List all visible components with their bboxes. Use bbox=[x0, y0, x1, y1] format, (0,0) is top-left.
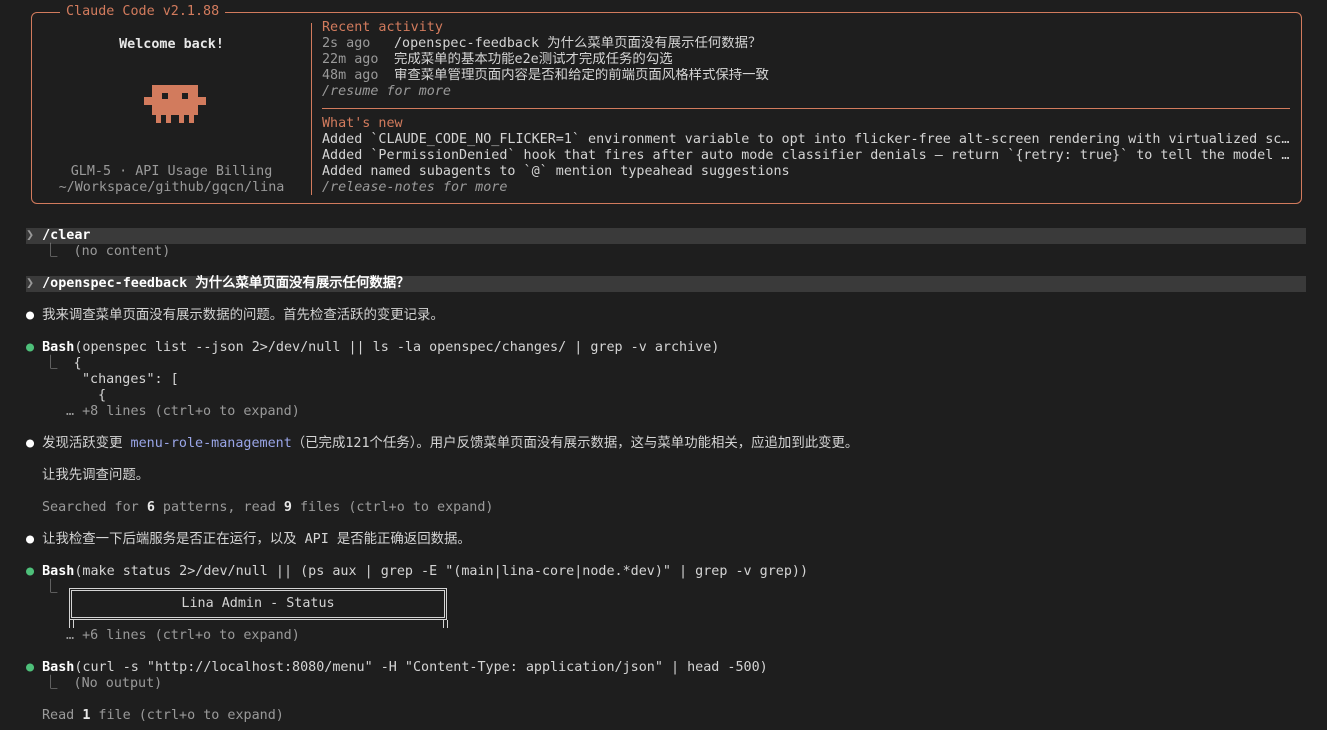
welcome-text: Welcome back! bbox=[119, 37, 224, 52]
resume-hint: /resume for more bbox=[322, 84, 451, 99]
prompt-text: /clear bbox=[42, 228, 91, 243]
app-title: Claude Code v2.1.88 bbox=[60, 4, 226, 20]
user-prompt[interactable]: ❯ /openspec-feedback 为什么菜单页面没有展示任何数据？ bbox=[26, 276, 410, 292]
status-box-edge bbox=[443, 620, 448, 628]
recent-text: 审查菜单管理页面内容是否和给定的前端页面风格样式保持一致 bbox=[394, 68, 769, 83]
success-bullet-icon: ● bbox=[26, 340, 35, 355]
recent-time: 2s ago bbox=[322, 36, 371, 51]
tool-output-line: { bbox=[98, 388, 107, 403]
bullet-icon: ● bbox=[26, 308, 35, 323]
prompt-chevron-icon: ❯ bbox=[26, 276, 35, 291]
recent-item[interactable]: 22m ago 完成菜单的基本功能e2e测试才完成任务的勾选 bbox=[322, 52, 1297, 68]
assistant-message: ● 我来调查菜单页面没有展示数据的问题。首先检查活跃的变更记录。 bbox=[26, 308, 444, 323]
section-divider bbox=[322, 108, 1290, 109]
recent-time: 22m ago bbox=[322, 52, 379, 67]
bullet-icon: ● bbox=[26, 436, 35, 451]
working-directory: ~/Workspace/github/gqcn/lina bbox=[58, 180, 285, 195]
tool-output: ⎿ (no content) bbox=[44, 244, 171, 259]
elbow-icon: ⎿ bbox=[44, 676, 58, 691]
elbow-icon: ⎿ bbox=[44, 580, 58, 595]
tool-output: ⎿ { bbox=[44, 356, 82, 371]
elbow-icon: ⎿ bbox=[44, 244, 58, 259]
change-link[interactable]: menu-role-management bbox=[131, 436, 292, 451]
prompt-highlight bbox=[26, 228, 1306, 244]
expand-hint[interactable]: … +8 lines (ctrl+o to expand) bbox=[66, 404, 300, 420]
recent-time: 48m ago bbox=[322, 68, 379, 83]
release-notes-hint: /release-notes for more bbox=[322, 180, 508, 195]
tool-name: Bash bbox=[42, 660, 75, 675]
tool-args: (make status 2>/dev/null || (ps aux | gr… bbox=[74, 564, 809, 579]
tool-name: Bash bbox=[42, 340, 75, 355]
status-title: Lina Admin - Status bbox=[181, 596, 335, 611]
prompt-chevron-icon: ❯ bbox=[26, 228, 35, 243]
welcome-panel: Claude Code v2.1.88 Welcome back! GLM-5 … bbox=[31, 4, 1302, 204]
elbow-icon: ⎿ bbox=[44, 356, 58, 371]
panel-divider bbox=[311, 23, 312, 195]
recent-text: 完成菜单的基本功能e2e测试才完成任务的勾选 bbox=[394, 52, 673, 67]
recent-activity-heading: Recent activity bbox=[322, 20, 443, 35]
recent-text: /openspec-feedback 为什么菜单页面没有展示任何数据？ bbox=[394, 36, 762, 51]
tool-output-line: "changes": [ bbox=[82, 372, 179, 387]
model-info: GLM-5 · API Usage Billing bbox=[70, 164, 273, 179]
tool-args: (curl -s "http://localhost:8080/menu" -H… bbox=[74, 660, 768, 675]
status-box-edge bbox=[69, 620, 74, 628]
whats-new-item: Added `PermissionDenied` hook that fires… bbox=[322, 148, 1297, 163]
whats-new-item: Added named subagents to `@` mention typ… bbox=[322, 164, 790, 179]
tool-args: (openspec list --json 2>/dev/null || ls … bbox=[74, 340, 720, 355]
tool-call[interactable]: ● Bash(openspec list --json 2>/dev/null … bbox=[26, 340, 719, 356]
tool-name: Bash bbox=[42, 564, 75, 579]
prompt-text: /openspec-feedback 为什么菜单页面没有展示任何数据？ bbox=[42, 276, 410, 291]
claude-mascot-icon bbox=[144, 85, 206, 123]
user-prompt[interactable]: ❯ /clear bbox=[26, 228, 91, 244]
search-summary[interactable]: Searched for 6 patterns, read 9 files (c… bbox=[42, 500, 493, 516]
assistant-message: ● 发现活跃变更 menu-role-management（已完成121个任务）… bbox=[26, 436, 859, 451]
read-summary[interactable]: Read 1 file (ctrl+o to expand) bbox=[42, 708, 284, 724]
whats-new-heading: What's new bbox=[322, 116, 403, 131]
tool-call[interactable]: ● Bash(curl -s "http://localhost:8080/me… bbox=[26, 660, 768, 676]
recent-item[interactable]: 2s ago/openspec-feedback 为什么菜单页面没有展示任何数据… bbox=[322, 36, 1297, 52]
whats-new-item: Added `CLAUDE_CODE_NO_FLICKER=1` environ… bbox=[322, 132, 1297, 147]
tool-call[interactable]: ● Bash(make status 2>/dev/null || (ps au… bbox=[26, 564, 808, 580]
success-bullet-icon: ● bbox=[26, 564, 35, 579]
tool-output: ⎿ (No output) bbox=[44, 676, 163, 691]
success-bullet-icon: ● bbox=[26, 660, 35, 675]
recent-item[interactable]: 48m ago 审查菜单管理页面内容是否和给定的前端页面风格样式保持一致 bbox=[322, 68, 1297, 84]
assistant-message: ● 让我检查一下后端服务是否正在运行，以及 API 是否能正确返回数据。 bbox=[26, 532, 471, 547]
assistant-message: 让我先调查问题。 bbox=[42, 468, 150, 483]
bullet-icon: ● bbox=[26, 532, 35, 547]
expand-hint[interactable]: … +6 lines (ctrl+o to expand) bbox=[66, 628, 300, 644]
